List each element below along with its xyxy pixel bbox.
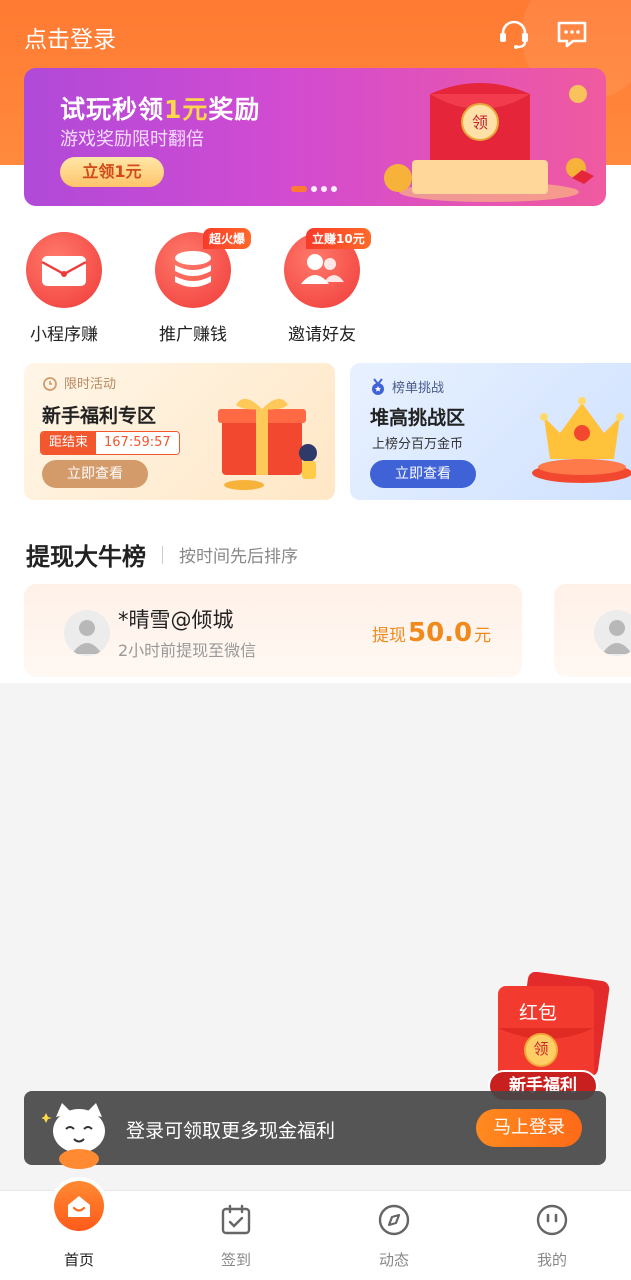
login-link[interactable]: 点击登录 bbox=[24, 20, 116, 54]
quick-action-icon-bg bbox=[26, 232, 102, 308]
nav-tab-profile[interactable]: 我的 bbox=[492, 1191, 612, 1280]
card-subtitle: 上榜分百万金币 bbox=[372, 437, 464, 452]
pagination-dot[interactable] bbox=[321, 186, 327, 192]
gift-box-illustration bbox=[218, 398, 317, 490]
smiley-face-icon bbox=[536, 1204, 568, 1236]
hot-badge: 超火爆 bbox=[203, 228, 252, 249]
redpack-top-text: 红包 bbox=[518, 1002, 557, 1024]
avatar bbox=[594, 610, 631, 656]
pagination-dot-active[interactable] bbox=[291, 186, 307, 192]
default-avatar-icon bbox=[602, 620, 631, 654]
banner-pagination bbox=[291, 186, 337, 192]
ranking-withdraw-time: 2小时前提现至微信 bbox=[118, 641, 257, 660]
calendar-check-icon bbox=[221, 1204, 251, 1235]
banner-title: 试玩秒领1元奖励 bbox=[60, 95, 261, 124]
nav-tab-checkin[interactable]: 签到 bbox=[176, 1191, 296, 1280]
ranking-title: 提现大牛榜 bbox=[26, 543, 146, 571]
ranking-header: 提现大牛榜 按时间先后排序 bbox=[26, 537, 298, 572]
crown-illustration bbox=[532, 397, 631, 483]
ranking-user-name: *晴雪@倾城 bbox=[118, 608, 234, 632]
red-envelope-icon bbox=[41, 256, 87, 286]
card-title: 新手福利专区 bbox=[42, 405, 157, 427]
countdown-label: 距结束 bbox=[41, 432, 97, 454]
redpack-claim-text: 领 bbox=[533, 1040, 549, 1058]
quick-action-invite[interactable]: 立赚10元 邀请好友 bbox=[267, 228, 377, 345]
countdown-time: 167:59:57 bbox=[96, 432, 179, 454]
view-now-button[interactable]: 立即查看 bbox=[42, 460, 148, 488]
quick-action-label: 邀请好友 bbox=[288, 325, 356, 345]
message-icon[interactable] bbox=[554, 16, 590, 52]
default-avatar-icon bbox=[72, 620, 102, 654]
quick-action-icon-bg: 立赚10元 bbox=[284, 228, 371, 308]
quick-action-icon-bg: 超火爆 bbox=[155, 228, 252, 308]
ranking-subtitle: 按时间先后排序 bbox=[179, 547, 298, 567]
nav-label: 我的 bbox=[536, 1251, 567, 1269]
promo-banner[interactable]: 试玩秒领1元奖励 游戏奖励限时翻倍 立领1元 领 bbox=[24, 68, 606, 206]
nav-tab-home[interactable]: 首页 bbox=[19, 1181, 139, 1280]
nav-label: 动态 bbox=[378, 1251, 409, 1269]
red-envelope-illustration: 领 bbox=[384, 83, 594, 202]
nav-label: 首页 bbox=[63, 1251, 94, 1269]
view-now-button[interactable]: 立即查看 bbox=[370, 460, 476, 488]
pagination-dot[interactable] bbox=[331, 186, 337, 192]
headset-icon[interactable] bbox=[496, 16, 532, 52]
ranking-item-next[interactable] bbox=[554, 584, 631, 677]
nav-label: 签到 bbox=[220, 1251, 251, 1269]
quick-action-promote[interactable]: 超火爆 推广赚钱 bbox=[138, 228, 252, 345]
nav-tab-feed[interactable]: 动态 bbox=[334, 1191, 454, 1280]
card-tag-text: 榜单挑战 bbox=[392, 381, 445, 396]
reward-badge: 立赚10元 bbox=[306, 228, 371, 249]
alarm-clock-icon bbox=[43, 376, 57, 391]
ranking-amount: 提现 50.0 元 bbox=[372, 618, 491, 648]
amount-prefix: 提现 bbox=[372, 626, 406, 646]
home-icon bbox=[68, 1196, 90, 1217]
quick-action-label: 推广赚钱 bbox=[159, 325, 227, 345]
pagination-dot[interactable] bbox=[311, 186, 317, 192]
card-tag: 限时活动 bbox=[42, 373, 116, 392]
card-tag: 榜单挑战 bbox=[370, 377, 444, 396]
medal-icon bbox=[372, 377, 384, 395]
countdown: 距结束 167:59:57 bbox=[40, 431, 180, 455]
banner-claim-button[interactable]: 立领1元 bbox=[60, 157, 164, 187]
avatar bbox=[64, 610, 110, 656]
home-active-bubble bbox=[54, 1181, 104, 1231]
divider bbox=[162, 545, 163, 564]
quick-action-mini-program[interactable]: 小程序赚 bbox=[9, 232, 119, 345]
stack-challenge-card[interactable]: 榜单挑战 堆高挑战区 上榜分百万金币 立即查看 bbox=[350, 363, 631, 500]
svg-text:领: 领 bbox=[472, 113, 488, 132]
login-now-button[interactable]: 马上登录 bbox=[476, 1109, 582, 1147]
newbie-welfare-card[interactable]: 限时活动 新手福利专区 距结束 167:59:57 立即查看 bbox=[24, 363, 335, 500]
login-prompt-bar: 登录可领取更多现金福利 马上登录 bbox=[24, 1091, 606, 1169]
amount-value: 50.0 bbox=[408, 618, 473, 648]
login-prompt-text: 登录可领取更多现金福利 bbox=[126, 1120, 336, 1142]
ranking-item[interactable]: *晴雪@倾城 2小时前提现至微信 提现 50.0 元 bbox=[24, 584, 522, 677]
card-tag-text: 限时活动 bbox=[64, 377, 117, 392]
cat-mascot-icon bbox=[42, 1103, 105, 1169]
amount-unit: 元 bbox=[474, 626, 492, 646]
bottom-navigation: 首页 签到 动态 我的 bbox=[0, 1181, 631, 1280]
banner-subtitle: 游戏奖励限时翻倍 bbox=[60, 129, 204, 150]
quick-action-label: 小程序赚 bbox=[30, 325, 98, 345]
floating-red-envelope[interactable]: 红包 领 新手福利 bbox=[488, 971, 610, 1102]
card-title: 堆高挑战区 bbox=[370, 407, 466, 429]
compass-icon bbox=[378, 1204, 410, 1236]
